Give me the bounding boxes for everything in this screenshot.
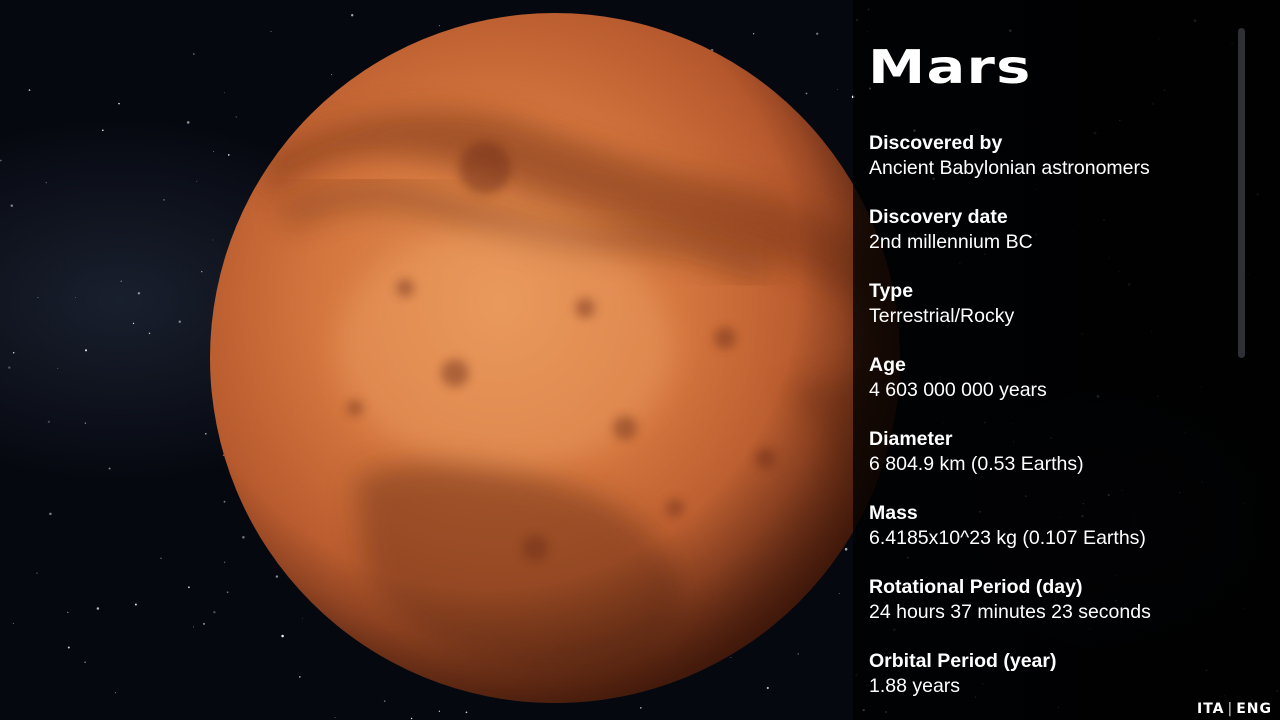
language-ita-button[interactable]: ITA xyxy=(1197,701,1225,717)
fact-mass: Mass 6.4185x10^23 kg (0.107 Earths) xyxy=(869,501,1229,575)
star xyxy=(8,366,11,369)
fact-label: Orbital Period (year) xyxy=(869,650,1057,672)
star xyxy=(186,121,190,124)
star xyxy=(0,159,2,162)
star xyxy=(67,646,70,649)
star xyxy=(163,199,165,201)
fact-value: 6.4185x10^23 kg (0.107 Earths) xyxy=(869,527,1146,549)
star xyxy=(137,292,141,295)
fact-label: Discovered by xyxy=(869,132,1003,154)
language-switch: ITA | ENG xyxy=(1197,701,1272,717)
star xyxy=(193,626,194,628)
star xyxy=(84,661,86,663)
star xyxy=(178,320,182,323)
star xyxy=(12,622,14,625)
mars-globe-image[interactable] xyxy=(205,8,905,708)
star xyxy=(160,557,162,560)
star xyxy=(67,611,69,614)
fact-value: 1.88 years xyxy=(869,675,961,697)
star xyxy=(188,586,190,589)
scrollbar-thumb[interactable] xyxy=(1238,28,1245,358)
star xyxy=(438,710,440,712)
star xyxy=(115,692,116,694)
star xyxy=(12,352,15,354)
star xyxy=(410,717,413,720)
star xyxy=(45,182,47,184)
star xyxy=(193,53,195,55)
space-viewport: Mars Discovered by Ancient Babylonian as… xyxy=(0,0,1280,720)
fact-discovered-by: Discovered by Ancient Babylonian astrono… xyxy=(869,131,1229,205)
star xyxy=(10,204,14,207)
star xyxy=(36,572,38,574)
fact-label: Rotational Period (day) xyxy=(869,576,1083,598)
star xyxy=(201,271,203,273)
fact-discovery-date: Discovery date 2nd millennium BC xyxy=(869,205,1229,279)
fact-orbital-period: Orbital Period (year) 1.88 years xyxy=(869,649,1229,720)
star xyxy=(108,467,111,470)
fact-label: Type xyxy=(869,280,914,302)
star xyxy=(75,296,76,298)
star xyxy=(148,332,151,335)
fact-label: Discovery date xyxy=(869,206,1008,228)
star xyxy=(132,322,135,325)
star xyxy=(196,180,198,182)
fact-value: 6 804.9 km (0.53 Earths) xyxy=(869,453,1084,475)
star xyxy=(37,296,39,298)
star xyxy=(101,129,104,132)
fact-value: 4 603 000 000 years xyxy=(869,379,1047,401)
facts-scrollbar[interactable] xyxy=(1237,26,1246,716)
planet-title: Mars xyxy=(868,40,1032,94)
star xyxy=(134,603,137,606)
star xyxy=(465,711,468,714)
fact-label: Mass xyxy=(869,502,918,524)
star xyxy=(120,280,122,282)
star xyxy=(28,89,31,91)
fact-value: 24 hours 37 minutes 23 seconds xyxy=(869,601,1151,623)
fact-age: Age 4 603 000 000 years xyxy=(869,353,1229,427)
star xyxy=(96,607,100,610)
star xyxy=(49,512,52,516)
star xyxy=(57,367,59,369)
fact-rotational-period: Rotational Period (day) 24 hours 37 minu… xyxy=(869,575,1229,649)
planet-facts-list: Discovered by Ancient Babylonian astrono… xyxy=(869,131,1229,720)
fact-value: 2nd millennium BC xyxy=(869,231,1033,253)
fact-type: Type Terrestrial/Rocky xyxy=(869,279,1229,353)
star xyxy=(118,102,120,105)
fact-label: Diameter xyxy=(869,428,953,450)
star xyxy=(84,349,88,352)
language-separator: | xyxy=(1227,701,1234,717)
fact-label: Age xyxy=(869,354,906,376)
star xyxy=(47,420,50,423)
fact-diameter: Diameter 6 804.9 km (0.53 Earths) xyxy=(869,427,1229,501)
star xyxy=(334,717,336,718)
fact-value: Terrestrial/Rocky xyxy=(869,305,1015,327)
language-eng-button[interactable]: ENG xyxy=(1236,701,1272,717)
fact-value: Ancient Babylonian astronomers xyxy=(869,157,1150,179)
star xyxy=(84,422,87,424)
